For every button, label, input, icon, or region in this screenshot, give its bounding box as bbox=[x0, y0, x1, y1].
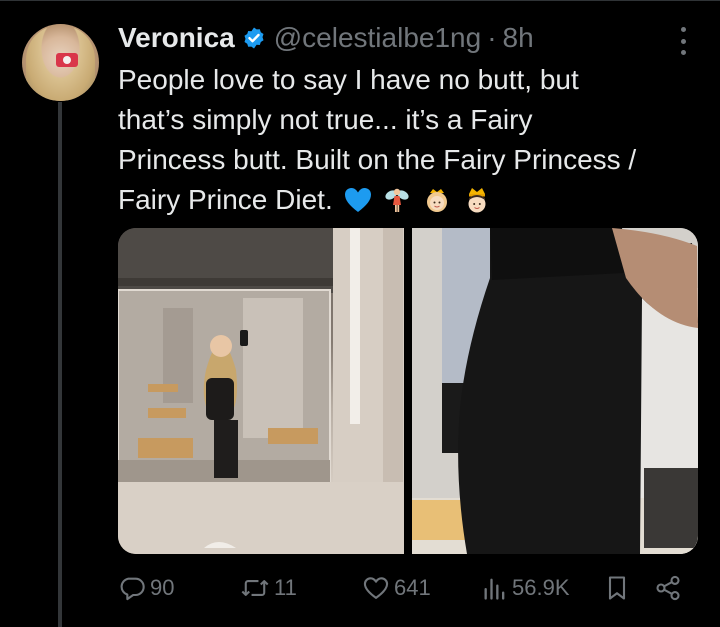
share-button[interactable] bbox=[654, 568, 682, 608]
avatar[interactable] bbox=[22, 24, 99, 101]
tweet-text-line: that’s simply not true... it’s a Fairy bbox=[118, 104, 533, 135]
bookmark-button[interactable] bbox=[604, 568, 630, 608]
repost-count: 11 bbox=[274, 575, 297, 600]
bookmark-icon bbox=[604, 574, 630, 602]
tweet-text-line: People love to say I have no butt, but bbox=[118, 64, 579, 95]
prince-icon bbox=[462, 185, 492, 215]
media-photo-2[interactable] bbox=[412, 228, 698, 554]
verified-badge-icon bbox=[242, 26, 266, 50]
repost-button[interactable]: 11 bbox=[240, 568, 297, 608]
more-options-icon[interactable] bbox=[673, 27, 693, 55]
avatar-phone-lens bbox=[63, 56, 71, 64]
views-count: 56.9K bbox=[512, 575, 570, 600]
tweet-text-line: Fairy Prince Diet. bbox=[118, 184, 333, 215]
author-name[interactable]: Veronica bbox=[118, 22, 235, 54]
views-button[interactable]: 56.9K bbox=[482, 568, 570, 608]
reply-icon bbox=[118, 574, 146, 602]
blue-heart-icon bbox=[343, 185, 373, 215]
header-separator: · bbox=[487, 22, 497, 53]
tweet-timestamp[interactable]: 8h bbox=[503, 22, 534, 54]
reply-button[interactable]: 90 bbox=[118, 568, 174, 608]
like-button[interactable]: 641 bbox=[362, 568, 431, 608]
tweet-text: People love to say I have no butt, but t… bbox=[118, 60, 708, 220]
media-photo-1[interactable] bbox=[118, 228, 404, 554]
tweet-text-line: Princess butt. Built on the Fairy Prince… bbox=[118, 144, 637, 175]
action-bar: 90 11 641 56.9K bbox=[118, 568, 688, 608]
like-count: 641 bbox=[394, 575, 431, 600]
top-divider bbox=[0, 0, 720, 1]
author-handle[interactable]: @celestialbe1ng bbox=[274, 22, 481, 54]
views-icon bbox=[482, 574, 508, 602]
princess-icon bbox=[422, 185, 452, 215]
repost-icon bbox=[240, 574, 270, 602]
share-icon bbox=[654, 574, 682, 602]
tweet-header: Veronica @celestialbe1ng · 8h bbox=[118, 20, 534, 56]
thread-line bbox=[58, 102, 62, 627]
tweet-media bbox=[118, 228, 698, 554]
reply-count: 90 bbox=[150, 575, 175, 600]
heart-icon bbox=[362, 574, 390, 602]
tweet-text-line-last: Fairy Prince Diet. bbox=[118, 180, 708, 220]
fairy-icon bbox=[382, 185, 412, 215]
